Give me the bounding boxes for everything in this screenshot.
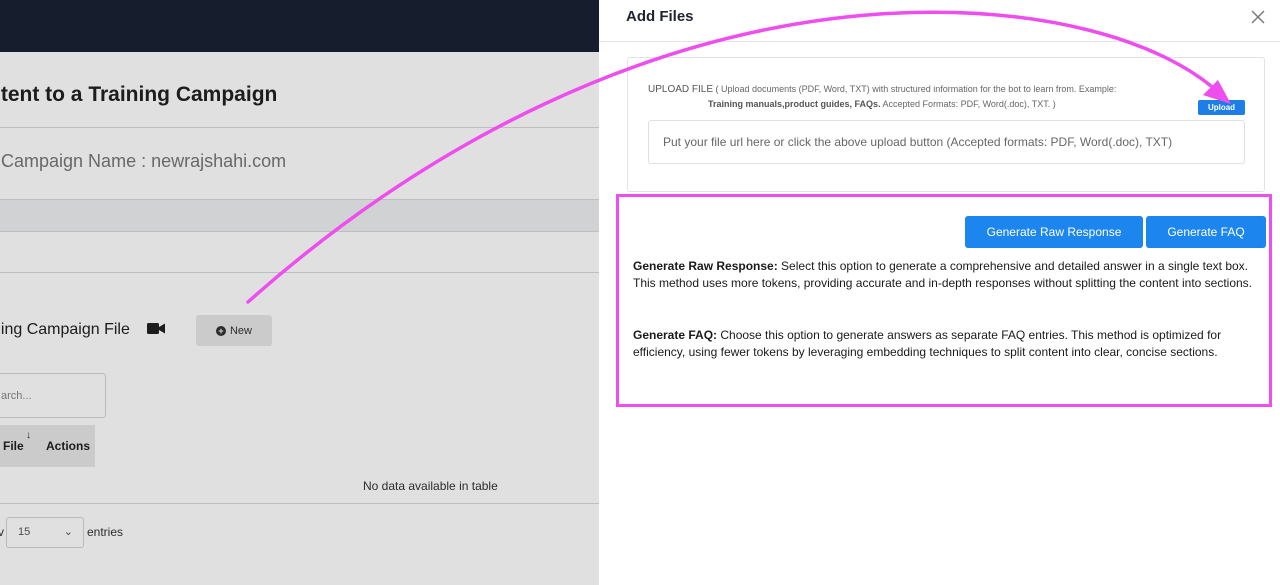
upload-instructions: UPLOAD FILE ( Upload documents (PDF, Wor… (648, 82, 1188, 111)
upload-file-card: UPLOAD FILE ( Upload documents (PDF, Wor… (627, 57, 1265, 192)
faq-description-title: Generate FAQ: (633, 328, 718, 342)
file-url-input[interactable] (648, 120, 1245, 164)
raw-response-description: Generate Raw Response: Select this optio… (633, 258, 1263, 291)
upload-hint-examples: Training manuals,product guides, FAQs. (708, 99, 881, 109)
close-button[interactable] (1250, 9, 1266, 25)
generate-raw-response-button[interactable]: Generate Raw Response (965, 216, 1143, 248)
upload-button[interactable]: Upload (1198, 100, 1245, 115)
modal-backdrop[interactable] (0, 0, 600, 585)
panel-title: Add Files (626, 8, 694, 25)
background-page: ntent to a Training Campaign g Campaign … (0, 0, 600, 585)
add-files-panel: Add Files UPLOAD FILE ( Upload documents… (599, 0, 1280, 585)
upload-hint-start: ( Upload documents (PDF, Word, TXT) with… (713, 84, 1117, 94)
faq-description-text: Choose this option to generate answers a… (633, 328, 1222, 359)
faq-description: Generate FAQ: Choose this option to gene… (633, 327, 1263, 360)
panel-header: Add Files (599, 0, 1280, 42)
upload-hint-end: Accepted Formats: PDF, Word(.doc), TXT. … (880, 99, 1056, 109)
close-icon (1251, 10, 1265, 24)
upload-file-label: UPLOAD FILE (648, 84, 714, 95)
raw-response-description-title: Generate Raw Response: (633, 259, 778, 273)
generate-faq-button[interactable]: Generate FAQ (1146, 216, 1266, 248)
